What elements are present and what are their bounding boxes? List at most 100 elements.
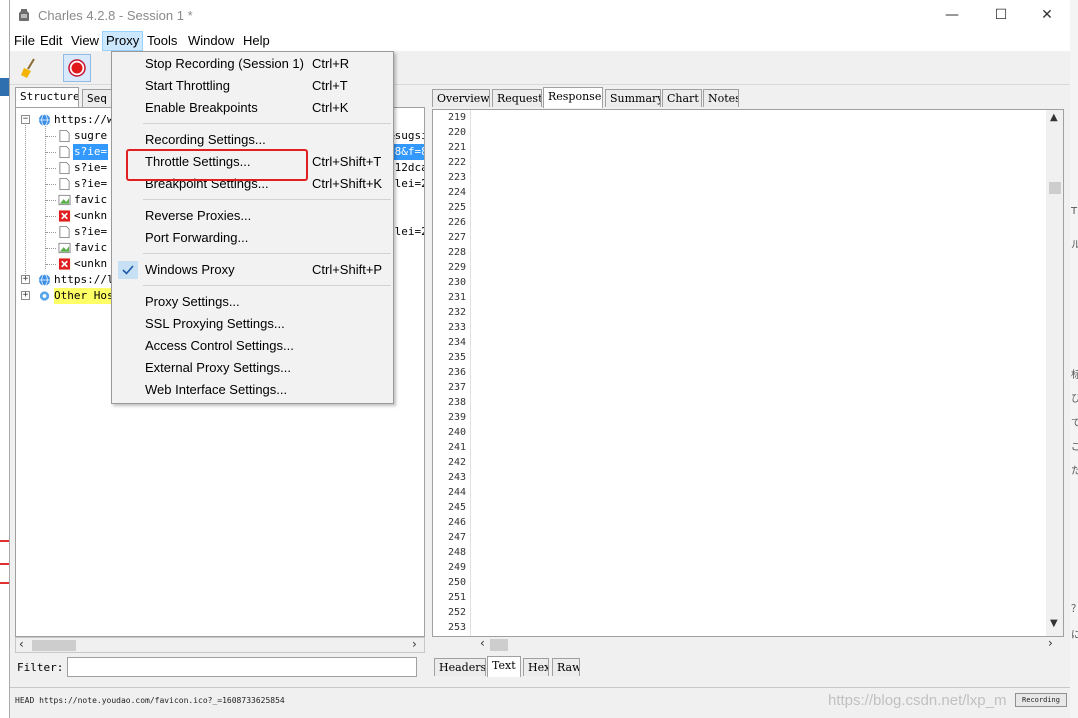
line-number: 224 <box>447 187 466 198</box>
line-number: 237 <box>447 382 466 393</box>
tree-horizontal-scrollbar[interactable]: ‹ › <box>15 637 425 653</box>
tree-guide <box>46 264 56 265</box>
menu-window[interactable]: Window <box>185 31 237 51</box>
window-title: Charles 4.2.8 - Session 1 * <box>38 8 193 23</box>
menu-item-enable-breakpoints[interactable]: Enable Breakpoints Ctrl+K <box>112 97 393 119</box>
error-icon <box>58 258 71 270</box>
menu-edit[interactable]: Edit <box>37 31 65 51</box>
menu-item-proxy-settings[interactable]: Proxy Settings... <box>112 291 393 313</box>
menu-item-windows-proxy[interactable]: Windows Proxy Ctrl+Shift+P <box>112 259 393 281</box>
expand-icon[interactable]: + <box>21 291 30 300</box>
tab-response[interactable]: Response <box>543 87 603 108</box>
menu-separator <box>143 199 391 200</box>
clear-session-button[interactable] <box>16 54 44 82</box>
background-text: ご <box>1071 438 1078 453</box>
request-label: favic <box>74 193 108 206</box>
tab-chart[interactable]: Chart <box>662 89 702 107</box>
document-icon <box>59 161 70 175</box>
tree-guide <box>46 168 56 169</box>
vertical-scrollbar[interactable]: ▲ ▼ <box>1046 110 1063 636</box>
menu-file[interactable]: File <box>11 31 38 51</box>
scroll-right-icon[interactable]: › <box>412 637 417 651</box>
menu-item-external-proxy-settings[interactable]: External Proxy Settings... <box>112 357 393 379</box>
tab-request[interactable]: Request <box>492 89 542 107</box>
line-number: 220 <box>447 127 466 138</box>
menu-item-reverse-proxies[interactable]: Reverse Proxies... <box>112 205 393 227</box>
background-text: T <box>1071 206 1078 217</box>
menu-item-access-control-settings[interactable]: Access Control Settings... <box>112 335 393 357</box>
tab-headers[interactable]: Headers <box>434 658 486 676</box>
menu-item-port-forwarding[interactable]: Port Forwarding... <box>112 227 393 249</box>
line-number: 221 <box>447 142 466 153</box>
menu-proxy[interactable]: Proxy <box>102 31 144 51</box>
request-label: s?ie= <box>74 177 108 190</box>
tab-hex[interactable]: Hex <box>523 658 549 676</box>
host-label: https://l <box>54 273 114 286</box>
scroll-thumb[interactable] <box>32 640 76 651</box>
menu-item-stop-recording[interactable]: Stop Recording (Session 1) Ctrl+R <box>112 53 393 75</box>
menu-item-ssl-proxying-settings[interactable]: SSL Proxying Settings... <box>112 313 393 335</box>
checkmark-icon <box>118 261 138 279</box>
expand-icon[interactable]: + <box>21 275 30 284</box>
record-button[interactable] <box>63 54 91 82</box>
line-number: 239 <box>447 412 466 423</box>
document-icon <box>59 129 70 143</box>
tree-guide <box>46 184 56 185</box>
menu-tools[interactable]: Tools <box>144 31 180 51</box>
background-fragment <box>0 540 9 542</box>
response-text-view[interactable]: 219 220 221 222 223 224 225 226 227 228 229 230 231 2… <box>432 109 1064 637</box>
menu-item-start-throttling[interactable]: Start Throttling Ctrl+T <box>112 75 393 97</box>
request-label: s?ie= <box>74 225 108 238</box>
line-number: 251 <box>447 592 466 603</box>
scroll-left-icon[interactable]: ‹ <box>19 637 24 651</box>
menu-view[interactable]: View <box>68 31 102 51</box>
scroll-right-icon[interactable]: › <box>1048 636 1053 650</box>
line-number: 226 <box>447 217 466 228</box>
scroll-thumb[interactable] <box>1049 182 1061 194</box>
line-number: 234 <box>447 337 466 348</box>
line-number: 242 <box>447 457 466 468</box>
scroll-left-icon[interactable]: ‹ <box>480 636 485 650</box>
tab-summary[interactable]: Summary <box>605 89 661 107</box>
menu-help[interactable]: Help <box>240 31 273 51</box>
scroll-thumb[interactable] <box>490 639 508 651</box>
tab-notes[interactable]: Notes <box>703 89 739 107</box>
tab-raw[interactable]: Raw <box>552 658 580 676</box>
scroll-up-icon[interactable]: ▲ <box>1050 112 1058 123</box>
line-number: 250 <box>447 577 466 588</box>
menu-item-recording-settings[interactable]: Recording Settings... <box>112 129 393 151</box>
line-number: 249 <box>447 562 466 573</box>
tab-text[interactable]: Text <box>487 656 521 677</box>
line-number: 225 <box>447 202 466 213</box>
background-right-edge: T ル 标 ひ で ご た ？ に <box>1069 0 1078 718</box>
image-icon <box>58 242 71 254</box>
broom-icon <box>21 58 35 78</box>
background-fragment <box>0 78 9 96</box>
background-fragment <box>0 582 9 584</box>
menu-item-web-interface-settings[interactable]: Web Interface Settings... <box>112 379 393 401</box>
line-number: 246 <box>447 517 466 528</box>
response-horizontal-scrollbar[interactable]: ‹ › <box>472 636 1062 653</box>
collapse-icon[interactable]: − <box>21 115 30 124</box>
title-bar[interactable]: Charles 4.2.8 - Session 1 * — ☐ ✕ <box>10 0 1070 31</box>
close-button[interactable]: ✕ <box>1024 0 1070 31</box>
menu-separator <box>143 253 391 254</box>
document-icon <box>59 177 70 191</box>
filter-input[interactable] <box>67 657 417 677</box>
document-icon <box>59 225 70 239</box>
menu-bar: File Edit View Proxy Tools Window Help <box>10 31 1070 51</box>
line-number: 248 <box>447 547 466 558</box>
line-number: 229 <box>447 262 466 273</box>
background-text: ひ <box>1071 390 1078 405</box>
maximize-button[interactable]: ☐ <box>978 0 1024 31</box>
line-number: 243 <box>447 472 466 483</box>
request-label: sugre <box>74 129 108 142</box>
tab-overview[interactable]: Overview <box>432 89 490 107</box>
tab-structure[interactable]: Structure <box>15 87 79 108</box>
background-text: た <box>1071 462 1078 477</box>
scroll-down-icon[interactable]: ▼ <box>1050 618 1058 629</box>
document-icon <box>59 145 70 159</box>
minimize-button[interactable]: — <box>929 0 975 31</box>
line-number: 227 <box>447 232 466 243</box>
watermark-text: https://blog.csdn.net/lxp_m <box>828 692 1007 709</box>
